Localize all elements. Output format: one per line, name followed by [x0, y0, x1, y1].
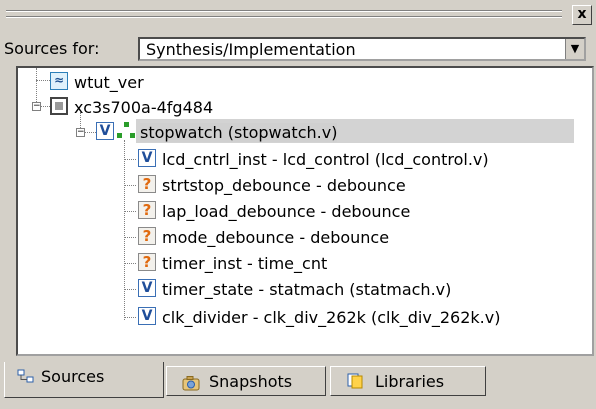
tree-connector [40, 106, 50, 107]
tree-connector [36, 80, 50, 81]
tab-label: Libraries [375, 372, 445, 391]
tree-item-label: lcd_cntrl_inst - lcd_control (lcd_contro… [162, 150, 489, 169]
tree-item-label: strtstop_debounce - debounce [162, 176, 406, 195]
tab-snapshots[interactable]: Snapshots [166, 366, 326, 396]
tree-item-label: wtut_ver [74, 73, 144, 92]
tree-item-label: xc3s700a-4fg484 [74, 98, 214, 117]
panel-titlebar: x [0, 0, 596, 30]
tree-item-label: timer_inst - time_cnt [162, 254, 328, 273]
tab-label: Sources [41, 367, 105, 386]
verilog-module-icon: V [96, 122, 114, 140]
tree-connector [84, 132, 96, 133]
sources-for-label: Sources for: [4, 39, 100, 58]
snapshots-tab-icon [181, 375, 200, 391]
tree-connector [124, 263, 136, 264]
titlebar-grip-line [6, 16, 562, 18]
tree-item-label: mode_debounce - debounce [162, 228, 390, 247]
tree-item-label: lap_load_debounce - debounce [162, 202, 411, 221]
missing-source-icon: ? [138, 175, 156, 193]
close-panel-button[interactable]: x [572, 5, 592, 25]
tree-item-label: timer_state - statmach (statmach.v) [162, 280, 452, 299]
tab-label: Snapshots [209, 372, 293, 391]
hierarchy-top-icon [116, 122, 138, 140]
collapse-toggle[interactable]: − [32, 102, 41, 111]
tab-sources[interactable]: Sources [4, 362, 164, 398]
missing-source-icon: ? [138, 227, 156, 245]
bottom-tab-bar: Sources Snapshots Libraries [0, 362, 596, 402]
tab-libraries[interactable]: Libraries [330, 366, 486, 396]
sources-tree[interactable]: ≈ wtut_ver − xc3s700a-4fg484 − V stopwat… [16, 66, 594, 356]
tree-item-label: stopwatch (stopwatch.v) [140, 123, 338, 142]
tree-connector [124, 185, 136, 186]
titlebar-grip-line [6, 10, 562, 12]
chevron-down-icon[interactable]: ▼ [565, 39, 584, 59]
tree-connector [124, 237, 136, 238]
tree-item-label: clk_divider - clk_div_262k (clk_div_262k… [162, 308, 501, 327]
sources-tab-icon [17, 368, 35, 384]
verilog-module-icon: V [138, 307, 156, 325]
sources-for-dropdown[interactable]: Synthesis/Implementation ▼ [138, 37, 586, 61]
sources-for-selected-value: Synthesis/Implementation [146, 40, 356, 59]
verilog-module-icon: V [138, 149, 156, 167]
verilog-module-icon: V [138, 279, 156, 297]
missing-source-icon: ? [138, 253, 156, 271]
waveform-icon: ≈ [50, 72, 68, 90]
tree-connector [124, 317, 136, 318]
tree-connector [124, 211, 136, 212]
missing-source-icon: ? [138, 201, 156, 219]
tree-connector [124, 289, 136, 290]
sources-for-row: Sources for: Synthesis/Implementation ▼ [0, 36, 596, 66]
chip-icon [50, 97, 68, 115]
tree-connector [124, 159, 136, 160]
tree-connector [124, 140, 125, 320]
libraries-tab-icon [347, 373, 365, 389]
collapse-toggle[interactable]: − [76, 128, 85, 137]
